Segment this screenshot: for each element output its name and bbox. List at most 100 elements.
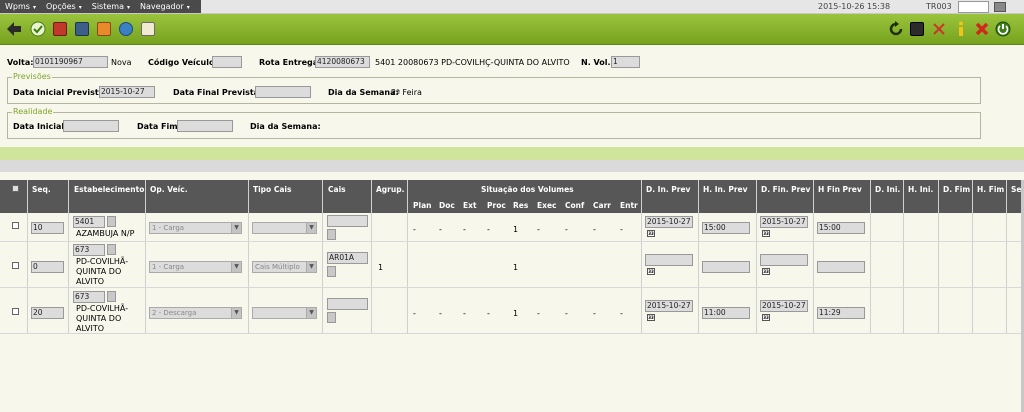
exit-button[interactable] xyxy=(994,20,1012,38)
globe-button[interactable] xyxy=(117,20,135,38)
grid-divider xyxy=(698,180,699,333)
col-se[interactable]: Se xyxy=(1011,185,1022,194)
d-fin-prev-field[interactable]: 2015-10-27 xyxy=(760,300,808,312)
seq-field[interactable]: 0 xyxy=(31,261,64,273)
tools-button[interactable] xyxy=(73,20,91,38)
d-in-prev-field[interactable] xyxy=(645,254,693,266)
d-in-prev-field[interactable]: 2015-10-27 xyxy=(645,216,693,228)
chevron-down-icon: ▼ xyxy=(231,262,241,272)
d-in-prev-field[interactable]: 2015-10-27 xyxy=(645,300,693,312)
codigo-veiculo-field[interactable] xyxy=(212,56,242,68)
volta-field[interactable]: 0101190967 xyxy=(33,56,108,68)
h-fin-prev-field[interactable]: 15:00 xyxy=(817,222,865,234)
cais-lookup-button[interactable] xyxy=(327,312,336,323)
grid-divider xyxy=(407,180,408,333)
chevron-down-icon: ▼ xyxy=(306,308,316,318)
subcol-exec: Exec xyxy=(537,201,557,210)
h-fin-prev-field[interactable]: 11:29 xyxy=(817,307,865,319)
estab-code-field[interactable]: 673 xyxy=(73,244,105,256)
data-final-prevista-field[interactable] xyxy=(255,86,311,98)
h-in-prev-field[interactable]: 15:00 xyxy=(702,222,750,234)
info-button[interactable] xyxy=(952,20,970,38)
truck-button[interactable] xyxy=(51,20,69,38)
row-checkbox[interactable] xyxy=(12,222,19,229)
col-h-ini[interactable]: H. Ini. xyxy=(908,185,933,194)
col-op-veic[interactable]: Op. Veíc. xyxy=(150,185,188,194)
back-button[interactable] xyxy=(5,20,23,38)
menu-sistema[interactable]: Sistema ▾ xyxy=(87,0,135,13)
terminal-input[interactable] xyxy=(958,1,989,13)
estab-lookup-button[interactable] xyxy=(107,244,116,255)
op-veic-select[interactable]: 2 - Descarga ▼ xyxy=(149,307,242,319)
n-vol-label: N. Vol.: xyxy=(581,58,614,67)
check-circle-icon xyxy=(30,21,46,37)
h-fin-prev-field[interactable] xyxy=(817,261,865,273)
calendar-icon[interactable]: 33 xyxy=(647,230,655,237)
collapse-button[interactable] xyxy=(930,20,948,38)
col-d-fim[interactable]: D. Fim xyxy=(943,185,970,194)
tipo-cais-select[interactable]: ▼ xyxy=(252,222,317,234)
calendar-icon[interactable]: 33 xyxy=(762,314,770,321)
cais-lookup-button[interactable] xyxy=(327,266,336,277)
h-in-prev-field[interactable] xyxy=(702,261,750,273)
main-menu: Wpms ▾ Opções ▾ Sistema ▾ Navegador ▾ xyxy=(0,0,201,13)
tipo-cais-select[interactable]: Cais Múltiplo ▼ xyxy=(252,261,317,273)
cais-field[interactable] xyxy=(327,215,368,227)
refresh-button[interactable] xyxy=(887,20,905,38)
estab-code-field[interactable]: 5401 xyxy=(73,216,105,228)
col-d-in-prev[interactable]: D. In. Prev xyxy=(646,185,690,194)
estab-code-field[interactable]: 673 xyxy=(73,291,105,303)
n-vol-field[interactable]: 1 xyxy=(611,56,640,68)
calendar-icon[interactable]: 33 xyxy=(647,268,655,275)
form-panel: Volta: 0101190967 Nova Código Veículo: R… xyxy=(0,46,1024,150)
monitor-button[interactable] xyxy=(908,20,926,38)
d-fin-prev-field[interactable]: 2015-10-27 xyxy=(760,216,808,228)
data-inicial-field[interactable] xyxy=(63,120,119,132)
menu-wpms[interactable]: Wpms ▾ xyxy=(0,0,41,13)
terminal-button[interactable] xyxy=(994,2,1006,12)
cais-lookup-button[interactable] xyxy=(327,229,336,240)
sit-res: 1 xyxy=(513,263,519,272)
seq-field[interactable]: 20 xyxy=(31,307,64,319)
row-checkbox[interactable] xyxy=(12,308,19,315)
row-checkbox[interactable] xyxy=(12,262,19,269)
data-fim-field[interactable] xyxy=(177,120,233,132)
op-veic-select[interactable]: 1 - Carga ▼ xyxy=(149,261,242,273)
tipo-cais-select[interactable]: ▼ xyxy=(252,307,317,319)
tools-icon xyxy=(75,22,89,36)
sit-plan: - xyxy=(413,309,416,318)
col-situacao-volumes[interactable]: Situação dos Volumes xyxy=(481,185,574,194)
estab-lookup-button[interactable] xyxy=(107,291,116,302)
col-h-in-prev[interactable]: H. In. Prev xyxy=(703,185,748,194)
confirm-button[interactable] xyxy=(29,20,47,38)
data-inicial-prevista-field[interactable]: 2015-10-27 xyxy=(99,86,155,98)
col-cais[interactable]: Cais xyxy=(328,185,346,194)
col-agrup[interactable]: Agrup. xyxy=(376,185,404,194)
col-h-fim[interactable]: H. Fim xyxy=(977,185,1004,194)
col-seq[interactable]: Seq. xyxy=(32,185,51,194)
col-tipo-cais[interactable]: Tipo Cais xyxy=(253,185,291,194)
close-button[interactable] xyxy=(973,20,991,38)
col-estabelecimento[interactable]: Estabelecimento xyxy=(74,185,144,194)
data-final-prevista-label: Data Final Prevista: xyxy=(173,88,263,97)
calendar-icon[interactable]: 33 xyxy=(647,314,655,321)
d-fin-prev-field[interactable] xyxy=(760,254,808,266)
cais-field[interactable] xyxy=(327,298,368,310)
col-h-fin-prev[interactable]: H Fin Prev xyxy=(818,185,862,194)
edit-button[interactable] xyxy=(139,20,157,38)
h-in-prev-field[interactable]: 11:00 xyxy=(702,307,750,319)
cais-field[interactable]: AR01A xyxy=(327,252,368,264)
col-d-fin-prev[interactable]: D. Fin. Prev xyxy=(761,185,810,194)
puzzle-button[interactable] xyxy=(95,20,113,38)
col-d-ini[interactable]: D. Ini. xyxy=(875,185,900,194)
select-all-checkbox[interactable] xyxy=(12,185,19,192)
seq-field[interactable]: 10 xyxy=(31,222,64,234)
codigo-veiculo-label: Código Veículo: xyxy=(148,58,218,67)
calendar-icon[interactable]: 33 xyxy=(762,268,770,275)
rota-entrega-field[interactable]: 4120080673 xyxy=(315,56,370,68)
op-veic-select[interactable]: 1 - Carga ▼ xyxy=(149,222,242,234)
estab-lookup-button[interactable] xyxy=(107,216,116,227)
menu-navegador[interactable]: Navegador ▾ xyxy=(135,0,195,13)
calendar-icon[interactable]: 33 xyxy=(762,230,770,237)
menu-opcoes[interactable]: Opções ▾ xyxy=(41,0,87,13)
